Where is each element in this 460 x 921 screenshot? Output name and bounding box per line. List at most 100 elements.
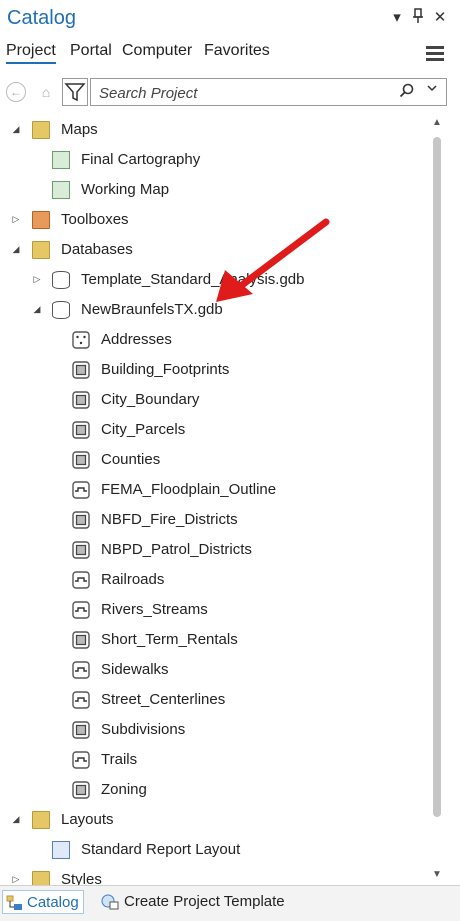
tree-item-feature-class[interactable]: Railroads [0,565,428,595]
polygon-feature-class-icon [72,391,90,409]
tree-item-feature-class[interactable]: Zoning [0,775,428,805]
collapse-arrow-icon[interactable]: ◢ [11,123,21,135]
tree-label: Toolboxes [61,211,129,228]
toolboxes-folder-icon [32,211,50,229]
tab-computer[interactable]: Computer [122,42,192,60]
line-feature-class-icon [72,601,90,619]
tree-label: City_Parcels [101,421,186,438]
tree-node-maps[interactable]: ◢ Maps [0,115,428,145]
tree-item-feature-class[interactable]: Subdivisions [0,715,428,745]
scrollbar-thumb[interactable] [433,137,441,817]
catalog-icon [6,895,22,910]
tree-item-feature-class[interactable]: FEMA_Floodplain_Outline [0,475,428,505]
tree-label: Trails [101,751,138,768]
tree-node-databases[interactable]: ◢ Databases [0,235,428,265]
scroll-up-icon[interactable]: ▲ [432,117,442,128]
tab-catalog[interactable]: Catalog [2,890,84,914]
tree-item-map[interactable]: Working Map [0,175,428,205]
tree-item-layout[interactable]: Standard Report Layout [0,835,428,865]
search-box [90,78,447,106]
tree-label: Working Map [81,181,170,198]
tree-node-toolboxes[interactable]: ▷ Toolboxes [0,205,428,235]
filter-icon[interactable] [62,78,88,106]
catalog-toolbar: ← ⌂ [0,78,460,108]
chevron-down-icon[interactable] [426,82,438,97]
expand-arrow-icon[interactable]: ▷ [32,273,42,285]
maps-folder-icon [32,121,50,139]
tree-node-gdb[interactable]: ◢ NewBraunfelsTX.gdb [0,295,428,325]
tree-node-styles[interactable]: ▷ Styles [0,865,428,885]
polygon-feature-class-icon [72,721,90,739]
collapse-arrow-icon[interactable]: ◢ [11,243,21,255]
tree-item-feature-class[interactable]: Addresses [0,325,428,355]
template-icon [101,894,119,910]
menu-icon[interactable] [426,46,444,64]
map-icon [52,151,70,169]
tree-label: Final Cartography [81,151,201,168]
layout-icon [52,841,70,859]
pin-icon[interactable] [410,8,426,28]
map-icon [52,181,70,199]
tree-item-map[interactable]: Final Cartography [0,145,428,175]
home-icon[interactable]: ⌂ [35,81,57,103]
tree-item-feature-class[interactable]: Counties [0,445,428,475]
tab-favorites[interactable]: Favorites [204,42,270,60]
tab-portal[interactable]: Portal [70,42,112,60]
tree-item-feature-class[interactable]: City_Boundary [0,385,428,415]
scroll-down-icon[interactable]: ▼ [432,869,442,880]
polygon-feature-class-icon [72,451,90,469]
tree-label: Street_Centerlines [101,691,226,708]
default-geodatabase-icon [52,271,70,289]
tab-project[interactable]: Project [6,42,56,64]
collapse-arrow-icon[interactable]: ◢ [11,813,21,825]
bottom-dock-tabs: Catalog Create Project Template [0,885,460,921]
tree-label: Layouts [61,811,114,828]
tree-item-feature-class[interactable]: NBPD_Patrol_Districts [0,535,428,565]
tree-item-feature-class[interactable]: Rivers_Streams [0,595,428,625]
line-feature-class-icon [72,691,90,709]
tree-label: Standard Report Layout [81,841,241,858]
polygon-feature-class-icon [72,421,90,439]
tree-label: Zoning [101,781,147,798]
tree-label: NewBraunfelsTX.gdb [81,301,223,318]
line-feature-class-icon [72,571,90,589]
project-tree: ◢ Maps Final Cartography Working Map ▷ T… [0,115,428,885]
options-dropdown-icon[interactable]: ▾ [389,8,405,28]
line-feature-class-icon [72,751,90,769]
tab-create-project-template[interactable]: Create Project Template [98,890,285,914]
tree-label: NBFD_Fire_Districts [101,511,238,528]
polygon-feature-class-icon [72,511,90,529]
expand-arrow-icon[interactable]: ▷ [11,873,21,885]
geodatabase-icon [52,301,70,319]
tree-label: Databases [61,241,133,258]
collapse-arrow-icon[interactable]: ◢ [32,303,42,315]
tree-item-feature-class[interactable]: Street_Centerlines [0,685,428,715]
tree-label: Addresses [101,331,172,348]
tree-label: FEMA_Floodplain_Outline [101,481,277,498]
tree-item-feature-class[interactable]: Building_Footprints [0,355,428,385]
tree-item-feature-class[interactable]: Sidewalks [0,655,428,685]
tree-item-feature-class[interactable]: City_Parcels [0,415,428,445]
vertical-scrollbar[interactable]: ▲ ▼ [430,115,444,885]
tree-label: Railroads [101,571,165,588]
tree-label: Short_Term_Rentals [101,631,238,648]
line-feature-class-icon [72,481,90,499]
search-input[interactable] [97,82,391,104]
search-icon[interactable] [399,83,414,102]
tree-label: Rivers_Streams [101,601,208,618]
catalog-title-bar: Catalog ▾ ✕ [0,0,460,38]
tree-node-gdb[interactable]: ▷ Template_Standard_Analysis.gdb [0,265,428,295]
tree-item-feature-class[interactable]: Trails [0,745,428,775]
polygon-feature-class-icon [72,781,90,799]
tree-item-feature-class[interactable]: Short_Term_Rentals [0,625,428,655]
tree-label: Styles [61,871,102,885]
tab-template-label: Create Project Template [124,893,285,910]
tree-label: Maps [61,121,98,138]
expand-arrow-icon[interactable]: ▷ [11,213,21,225]
tree-node-layouts[interactable]: ◢ Layouts [0,805,428,835]
close-icon[interactable]: ✕ [432,8,448,28]
back-arrow-icon[interactable]: ← [6,82,26,102]
tree-label: Template_Standard_Analysis.gdb [81,271,305,288]
polygon-feature-class-icon [72,361,90,379]
tree-item-feature-class[interactable]: NBFD_Fire_Districts [0,505,428,535]
